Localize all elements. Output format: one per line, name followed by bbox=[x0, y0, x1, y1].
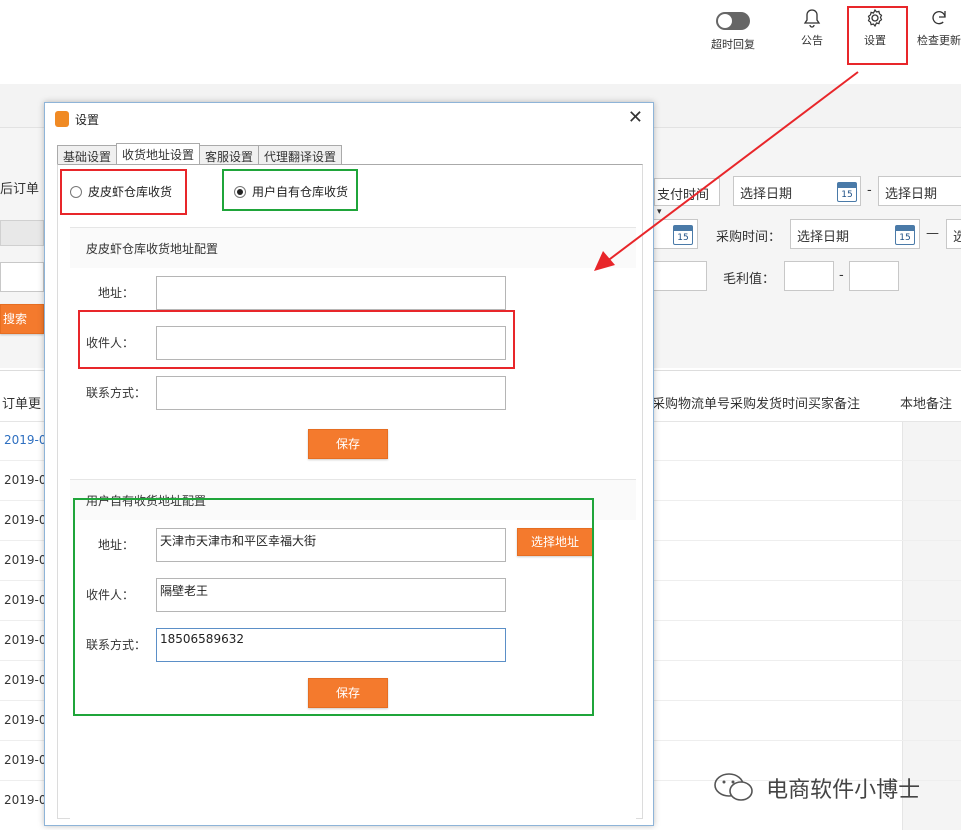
arrow-head bbox=[594, 251, 615, 271]
arrow-shaft bbox=[605, 71, 859, 263]
red-arrow-annotation bbox=[594, 71, 859, 271]
